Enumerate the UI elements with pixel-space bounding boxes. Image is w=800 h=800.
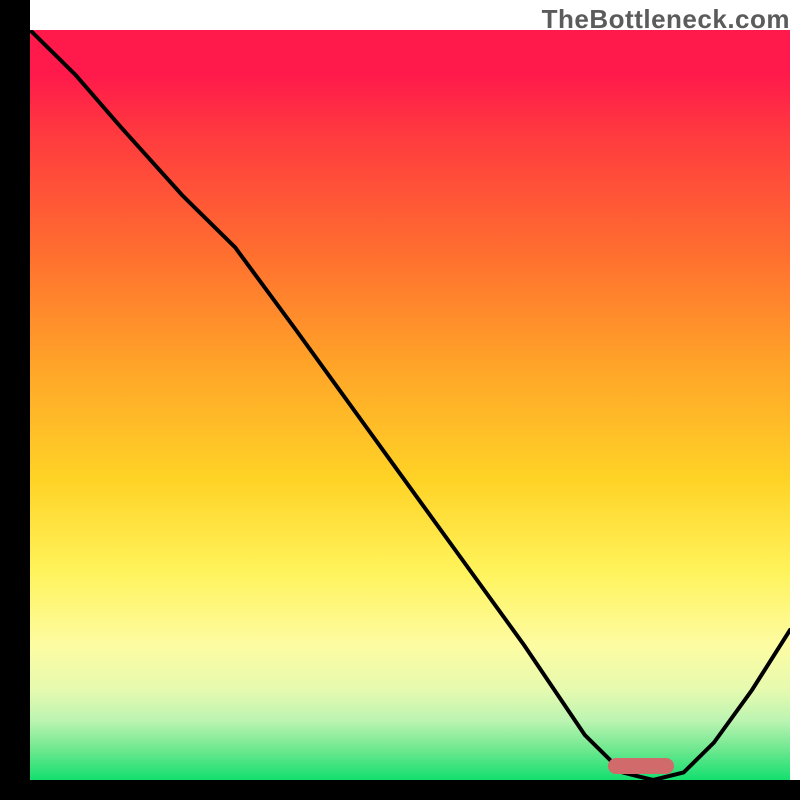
watermark-text: TheBottleneck.com bbox=[542, 4, 790, 35]
y-axis bbox=[0, 0, 30, 800]
curve-path bbox=[30, 30, 790, 780]
x-axis bbox=[0, 780, 800, 800]
bottleneck-curve bbox=[30, 30, 790, 780]
optimal-marker bbox=[608, 758, 674, 774]
chart-frame: TheBottleneck.com bbox=[0, 0, 800, 800]
